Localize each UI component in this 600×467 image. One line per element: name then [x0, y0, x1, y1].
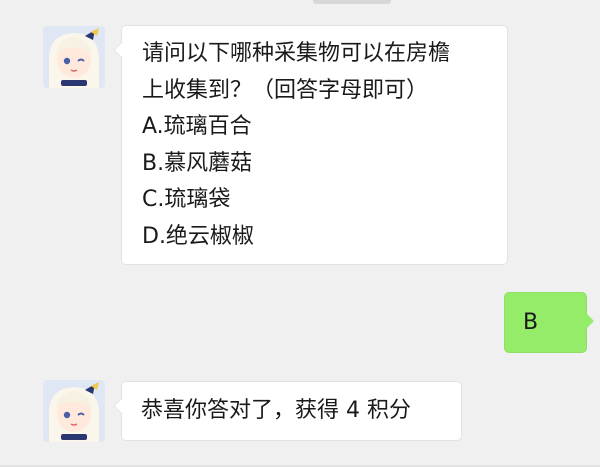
- option-d: D.绝云椒椒: [142, 223, 254, 249]
- message-text-line: 请问以下哪种采集物可以在房檐: [142, 41, 451, 66]
- sender-avatar[interactable]: [43, 380, 105, 442]
- anime-girl-avatar-icon: [43, 380, 105, 442]
- previous-message-stub: [313, 0, 391, 4]
- sender-avatar[interactable]: [43, 26, 105, 88]
- message-bubble[interactable]: 恭喜你答对了，获得 4 积分: [114, 381, 462, 441]
- message-bubble[interactable]: 请问以下哪种采集物可以在房檐 上收集到？（回答字母即可） A.琉璃百合 B.慕风…: [114, 25, 508, 265]
- anime-girl-avatar-icon: [43, 26, 105, 88]
- message-text-line: 上收集到？（回答字母即可）: [142, 77, 429, 103]
- message-bubble-sent[interactable]: B: [504, 292, 594, 353]
- option-b: B.慕风蘑菇: [142, 150, 253, 176]
- option-a: A.琉璃百合: [142, 114, 252, 139]
- option-c: C.琉璃袋: [142, 187, 231, 212]
- message-text-line: B: [523, 310, 539, 335]
- message-text-line: 恭喜你答对了，获得 4 积分: [141, 398, 411, 423]
